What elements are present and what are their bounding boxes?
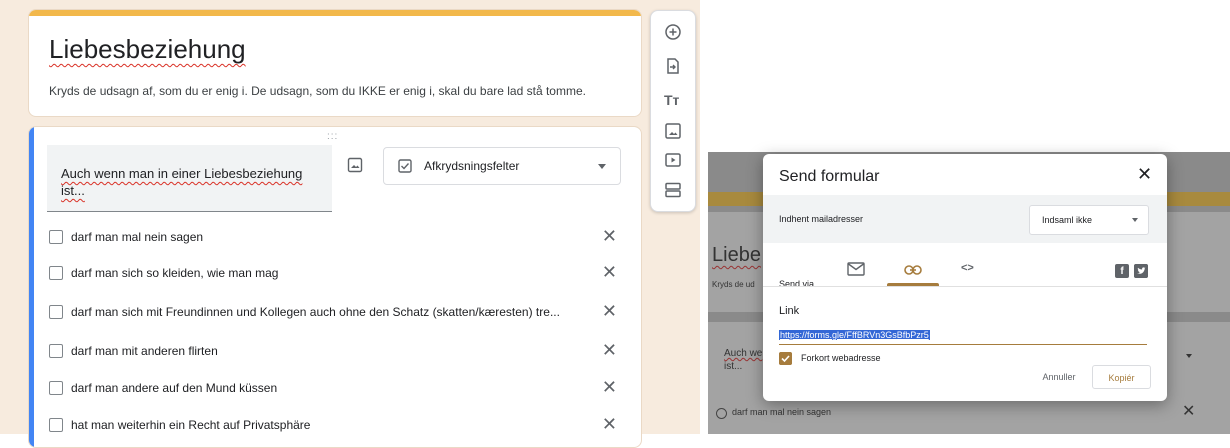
question-type-label: Afkrydsningsfelter (424, 159, 520, 173)
option-label[interactable]: darf man mit anderen flirten (71, 344, 218, 358)
form-title[interactable]: Liebesbeziehung (49, 34, 246, 65)
remove-option-icon[interactable]: ✕ (602, 301, 617, 321)
link-url-field[interactable]: https://forms.gle/FffBRVn3GsBfbPzr5 (779, 330, 930, 340)
chevron-down-icon (598, 164, 606, 169)
add-title-icon[interactable]: Tт (664, 92, 679, 108)
question-text: Auch wenn man in einer Liebesbeziehung i… (61, 166, 303, 198)
option-row: darf man andere auf den Mund küssen ✕ (47, 377, 617, 400)
divider (763, 286, 1167, 287)
active-question-indicator (29, 127, 34, 447)
twitter-icon[interactable] (1134, 264, 1148, 278)
form-editor-background: Liebesbeziehung Kryds de udsagn af, som … (0, 0, 700, 448)
option-row: darf man sich mit Freundinnen und Kolleg… (47, 301, 617, 324)
floating-toolbar: Tт (650, 10, 696, 212)
remove-option-icon[interactable]: ✕ (602, 414, 617, 434)
shorten-url-checkbox[interactable] (779, 352, 792, 365)
background-option-label: darf man mal nein sagen (732, 407, 832, 417)
radio-icon (716, 408, 727, 419)
link-field-underline (779, 344, 1147, 345)
send-via-label: Send via (779, 279, 815, 289)
option-row: darf man sich so kleiden, wie man mag ✕ (47, 262, 617, 285)
close-icon: ✕ (1182, 403, 1196, 420)
option-label[interactable]: hat man weiterhin ein Recht auf Privatsp… (71, 418, 310, 432)
checkbox[interactable] (49, 266, 63, 280)
remove-option-icon[interactable]: ✕ (602, 340, 617, 360)
collect-emails-value: Indsaml ikke (1042, 215, 1093, 225)
background-question-text: Auch we (724, 348, 763, 359)
remove-option-icon[interactable]: ✕ (602, 262, 617, 282)
add-section-icon[interactable] (664, 181, 682, 199)
remove-option-icon[interactable]: ✕ (602, 226, 617, 246)
checkbox[interactable] (49, 418, 63, 432)
chevron-down-icon (1132, 218, 1138, 222)
checkbox[interactable] (49, 344, 63, 358)
checkbox[interactable] (49, 305, 63, 319)
question-input[interactable]: Auch wenn man in einer Liebesbeziehung i… (47, 145, 332, 212)
close-icon[interactable]: ✕ (1137, 164, 1152, 184)
form-title-card: Liebesbeziehung Kryds de udsagn af, som … (28, 9, 642, 117)
copy-button[interactable]: Kopiér (1092, 365, 1151, 389)
form-description[interactable]: Kryds de udsagn af, som du er enig i. De… (49, 84, 586, 98)
option-row: darf man mit anderen flirten ✕ (47, 340, 617, 363)
add-question-icon[interactable] (664, 23, 682, 41)
title-card-accent-bar (29, 10, 641, 16)
background-question-text-2: ist... (724, 361, 743, 372)
dialog-title: Send formular (779, 168, 880, 185)
checkbox-type-icon (398, 159, 412, 173)
add-video-icon[interactable] (664, 151, 682, 169)
checkbox[interactable] (49, 230, 63, 244)
shorten-url-label: Forkort webadresse (801, 353, 881, 363)
send-form-dialog: Send formular ✕ Indhent mailadresser Ind… (763, 154, 1167, 401)
cancel-button[interactable]: Annuller (1033, 365, 1085, 389)
email-icon[interactable] (847, 262, 865, 276)
link-icon[interactable] (904, 264, 922, 276)
remove-option-icon[interactable]: ✕ (602, 377, 617, 397)
embed-icon[interactable]: <> (961, 262, 974, 292)
drag-handle[interactable]: ::: (327, 131, 338, 142)
option-row: darf man mal nein sagen ✕ (47, 226, 617, 249)
import-questions-icon[interactable] (664, 57, 682, 75)
chevron-down-icon (1186, 354, 1192, 358)
option-label[interactable]: darf man sich mit Freundinnen und Kolleg… (71, 305, 560, 319)
add-image-icon[interactable] (664, 122, 682, 140)
background-form-description: Kryds de ud (712, 280, 755, 289)
option-label[interactable]: darf man mal nein sagen (71, 230, 203, 244)
add-image-icon[interactable] (347, 157, 363, 173)
collect-emails-select[interactable]: Indsaml ikke (1029, 205, 1149, 235)
option-row: hat man weiterhin ein Recht auf Privatsp… (47, 414, 617, 437)
option-label[interactable]: darf man sich so kleiden, wie man mag (71, 266, 278, 280)
collect-emails-row: Indhent mailadresser Indsaml ikke (763, 195, 1167, 243)
question-type-select[interactable]: Afkrydsningsfelter (383, 147, 621, 185)
option-label[interactable]: darf man andere auf den Mund küssen (71, 381, 277, 395)
facebook-icon[interactable]: f (1115, 264, 1129, 278)
background-form-title: Liebe (712, 244, 761, 266)
collect-emails-label: Indhent mailadresser (779, 214, 864, 224)
link-heading: Link (779, 305, 800, 317)
question-card[interactable]: ::: Auch wenn man in einer Liebesbeziehu… (28, 126, 642, 448)
checkbox[interactable] (49, 381, 63, 395)
